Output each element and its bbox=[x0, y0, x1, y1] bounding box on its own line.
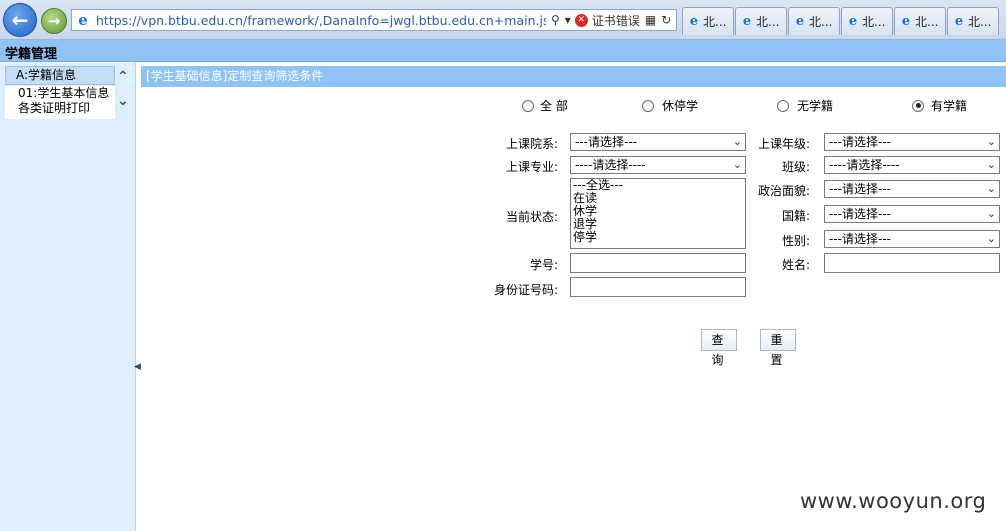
name-label: 姓名: bbox=[781, 258, 810, 272]
college-label: 上课院系: bbox=[505, 137, 558, 151]
id-card-input[interactable] bbox=[570, 277, 746, 297]
status-option[interactable]: ---全选--- bbox=[573, 179, 745, 192]
chevron-down-icon: ⌄ bbox=[986, 135, 996, 148]
status-label: 当前状态: bbox=[505, 210, 558, 224]
radio-circle[interactable] bbox=[912, 99, 924, 112]
radio-circle[interactable] bbox=[522, 99, 534, 112]
status-listbox[interactable]: ---全选--- 在读 休学 退学 停学 bbox=[570, 178, 746, 249]
ie-icon: e bbox=[742, 13, 752, 29]
watermark: www.wooyun.org bbox=[800, 489, 987, 513]
grade-select[interactable]: ---请选择--- ⌄ bbox=[824, 133, 1000, 151]
ie-icon: e bbox=[848, 13, 858, 29]
radio-selected-dot bbox=[915, 103, 921, 108]
status-option[interactable]: 休学 bbox=[573, 205, 745, 218]
cert-error-icon[interactable]: ✕ bbox=[574, 13, 588, 27]
status-option[interactable]: 在读 bbox=[573, 192, 745, 205]
chevron-down-icon[interactable]: ⌄ bbox=[117, 93, 129, 109]
browser-tab[interactable]: e 北... bbox=[894, 7, 946, 35]
ie-icon: e bbox=[689, 13, 699, 29]
student-id-input[interactable] bbox=[570, 253, 746, 273]
browser-tab[interactable]: e 北... bbox=[735, 7, 787, 35]
radio-circle[interactable] bbox=[642, 99, 654, 112]
address-bar[interactable]: e https://vpn.btbu.edu.cn/framework/,Dan… bbox=[71, 9, 677, 31]
query-button[interactable]: 查 询 bbox=[701, 329, 737, 367]
chevron-down-icon: ⌄ bbox=[986, 207, 996, 220]
class-label: 班级: bbox=[781, 160, 810, 174]
student-id-label: 学号: bbox=[529, 258, 558, 272]
browser-tab[interactable]: e 北... bbox=[841, 7, 893, 35]
arrow-left-icon: ← bbox=[11, 8, 29, 32]
class-select[interactable]: ----请选择---- ⌄ bbox=[824, 156, 1000, 174]
sidebar-item-student-certificates[interactable]: 01:学生基本信息 各类证明打印 bbox=[5, 86, 115, 119]
ie-icon: e bbox=[78, 11, 88, 29]
sidebar: A:学籍信息 ⌃ 01:学生基本信息 各类证明打印 ⌄ ◀ bbox=[0, 63, 141, 531]
collapse-sidebar-icon[interactable]: ◀ bbox=[134, 362, 141, 372]
politics-select[interactable]: ---请选择--- ⌄ bbox=[824, 180, 1000, 198]
chevron-down-icon: ⌄ bbox=[986, 182, 996, 195]
nationality-select[interactable]: ---请选择--- ⌄ bbox=[824, 205, 1000, 223]
browser-tab[interactable]: e 北... bbox=[682, 7, 734, 35]
ie-icon: e bbox=[954, 13, 964, 29]
cert-error-label[interactable]: 证书错误 bbox=[592, 12, 640, 29]
browser-toolbar: ← → e https://vpn.btbu.edu.cn/framework/… bbox=[0, 0, 1006, 40]
radio-suspended[interactable]: 休停学 bbox=[642, 97, 698, 114]
status-option[interactable]: 停学 bbox=[573, 231, 745, 244]
gender-label: 性别: bbox=[781, 234, 810, 248]
nationality-label: 国籍: bbox=[781, 209, 810, 223]
url-text[interactable]: https://vpn.btbu.edu.cn/framework/,DanaI… bbox=[96, 13, 546, 28]
major-label: 上课专业: bbox=[505, 160, 558, 174]
ie-icon: e bbox=[795, 13, 805, 29]
sidebar-item-label: 各类证明打印 bbox=[18, 101, 91, 115]
sidebar-section-header[interactable]: A:学籍信息 bbox=[5, 66, 115, 85]
id-card-label: 身份证号码: bbox=[493, 283, 558, 297]
radio-all[interactable]: 全 部 bbox=[522, 97, 568, 114]
name-input[interactable] bbox=[824, 253, 1000, 273]
compat-view-icon[interactable]: ▦ bbox=[645, 13, 656, 27]
ie-icon: e bbox=[901, 13, 911, 29]
chevron-up-icon[interactable]: ⌃ bbox=[117, 69, 129, 85]
chevron-down-icon: ⌄ bbox=[732, 135, 742, 148]
chevron-down-icon: ⌄ bbox=[732, 158, 742, 171]
forward-button[interactable]: → bbox=[41, 8, 67, 34]
chevron-down-icon: ⌄ bbox=[986, 232, 996, 245]
radio-no-status[interactable]: 无学籍 bbox=[777, 97, 833, 114]
search-icon[interactable]: ⚲ bbox=[551, 13, 560, 27]
section-title-bar: [学生基础信息]定制查询筛选条件 bbox=[141, 66, 1006, 87]
status-option[interactable]: 退学 bbox=[573, 218, 745, 231]
tab-strip: e 北... e 北... e 北... e 北... e 北... e 北... bbox=[682, 7, 1000, 35]
gender-select[interactable]: ---请选择--- ⌄ bbox=[824, 230, 1000, 248]
browser-tab[interactable]: e 北... bbox=[947, 7, 999, 35]
back-button[interactable]: ← bbox=[3, 3, 37, 37]
chevron-down-icon: ⌄ bbox=[986, 158, 996, 171]
browser-tab[interactable]: e 北... bbox=[788, 7, 840, 35]
dropdown-icon[interactable]: ▾ bbox=[565, 13, 571, 27]
app-title: 学籍管理 bbox=[5, 47, 58, 62]
reset-button[interactable]: 重 置 bbox=[760, 329, 796, 367]
politics-label: 政治面貌: bbox=[757, 184, 810, 198]
college-select[interactable]: ---请选择--- ⌄ bbox=[570, 133, 746, 151]
grade-label: 上课年级: bbox=[757, 137, 810, 151]
sidebar-item-label: 01:学生基本信息 bbox=[18, 86, 110, 100]
radio-circle[interactable] bbox=[777, 99, 789, 112]
major-select[interactable]: ----请选择---- ⌄ bbox=[570, 156, 746, 174]
refresh-icon[interactable]: ↻ bbox=[661, 13, 671, 27]
app-header: 学籍管理 bbox=[0, 40, 1006, 62]
radio-has-status[interactable]: 有学籍 bbox=[912, 97, 967, 114]
arrow-right-icon: → bbox=[47, 12, 61, 30]
